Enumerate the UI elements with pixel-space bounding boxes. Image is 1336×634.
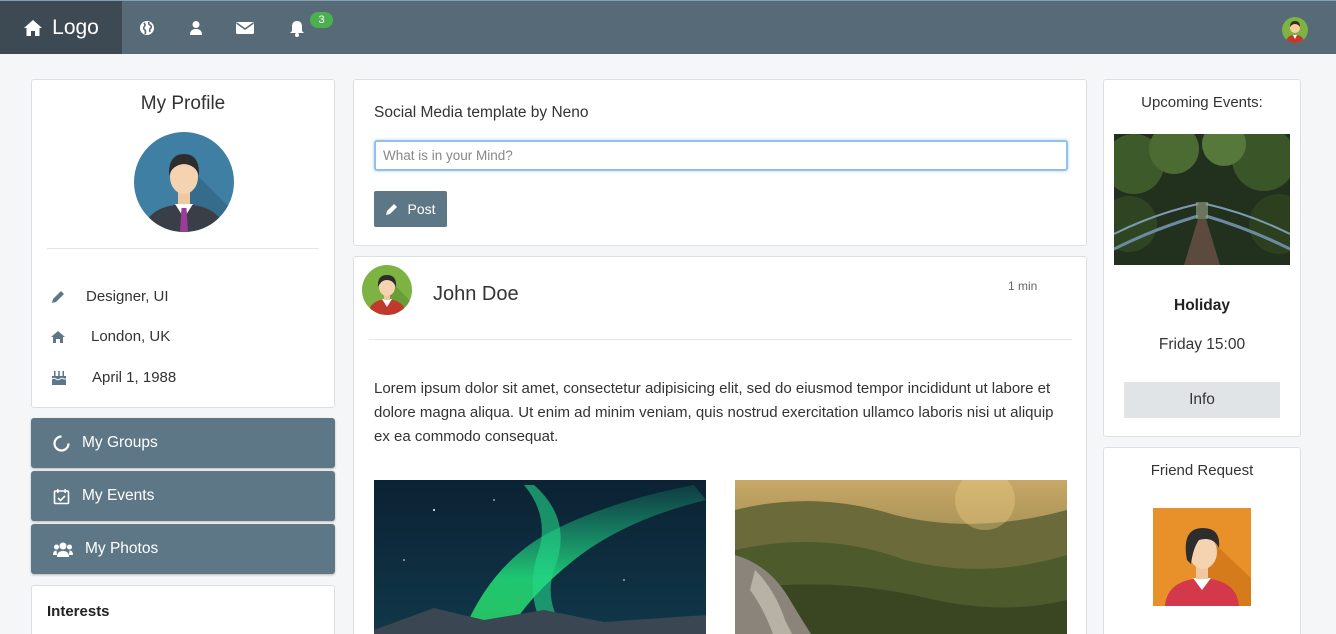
event-image bbox=[1114, 134, 1290, 265]
events-title: Upcoming Events: bbox=[1141, 94, 1263, 111]
pencil-icon bbox=[386, 204, 398, 215]
compose-title: Social Media template by Neno bbox=[374, 104, 589, 121]
location-text: London, UK bbox=[91, 328, 171, 345]
profile-title: My Profile bbox=[140, 93, 226, 114]
my-photos-label: My Photos bbox=[85, 540, 159, 557]
notification-badge: 3 bbox=[310, 12, 333, 28]
home-icon bbox=[24, 19, 43, 36]
interests-card: Interests bbox=[31, 585, 335, 634]
user-icon[interactable] bbox=[186, 18, 206, 38]
occupation-row: Designer, UI bbox=[50, 288, 169, 305]
post-divider bbox=[369, 339, 1072, 340]
bell-icon[interactable] bbox=[287, 18, 307, 38]
post-body: Lorem ipsum dolor sit amet, consectetur … bbox=[374, 380, 1054, 445]
pencil-icon bbox=[52, 290, 64, 303]
profile-avatar bbox=[134, 132, 234, 232]
events-card: Upcoming Events: Holiday Friday 15:00 In… bbox=[1103, 79, 1301, 437]
interests-title: Interests bbox=[47, 603, 110, 620]
event-info-button[interactable]: Info bbox=[1124, 382, 1280, 418]
my-photos-button[interactable]: My Photos bbox=[31, 524, 335, 574]
post-card: John Doe 1 min Lorem ipsum dolor sit ame… bbox=[353, 256, 1087, 634]
logo-button[interactable]: Logo bbox=[0, 1, 122, 54]
location-row: London, UK bbox=[50, 328, 170, 345]
logo-label: Logo bbox=[52, 15, 99, 39]
post-button[interactable]: Post bbox=[374, 191, 447, 227]
birthday-row: April 1, 1988 bbox=[50, 368, 176, 386]
users-icon bbox=[53, 542, 73, 557]
friend-request-avatar[interactable] bbox=[1153, 508, 1251, 606]
my-groups-label: My Groups bbox=[82, 434, 158, 451]
profile-divider bbox=[47, 248, 319, 249]
my-events-label: My Events bbox=[82, 487, 155, 504]
compose-card: Social Media template by Neno Post bbox=[353, 79, 1087, 246]
post-photo-forest[interactable] bbox=[735, 480, 1067, 634]
globe-icon[interactable] bbox=[137, 18, 157, 38]
my-groups-button[interactable]: My Groups bbox=[31, 418, 335, 468]
circle-notch-icon bbox=[53, 434, 70, 452]
envelope-icon[interactable] bbox=[235, 18, 255, 38]
home-icon bbox=[51, 330, 65, 343]
profile-card: My Profile Designer, UI London, UK April… bbox=[31, 79, 335, 408]
post-author-name[interactable]: John Doe bbox=[433, 283, 519, 306]
occupation-text: Designer, UI bbox=[86, 288, 169, 305]
post-timestamp: 1 min bbox=[1008, 279, 1038, 293]
status-input[interactable] bbox=[374, 140, 1068, 171]
top-navbar: Logo 3 bbox=[0, 0, 1336, 54]
friend-request-card: Friend Request bbox=[1103, 447, 1301, 634]
post-author-avatar[interactable] bbox=[362, 265, 412, 315]
calendar-check-icon bbox=[53, 488, 70, 504]
event-time: Friday 15:00 bbox=[1158, 336, 1246, 353]
birthday-text: April 1, 1988 bbox=[92, 368, 177, 386]
friend-request-title: Friend Request bbox=[1150, 462, 1254, 479]
post-photo-aurora[interactable] bbox=[374, 480, 706, 634]
birthday-cake-icon bbox=[51, 371, 66, 385]
user-avatar[interactable] bbox=[1282, 17, 1308, 43]
event-name: Holiday bbox=[1174, 297, 1230, 314]
my-events-button[interactable]: My Events bbox=[31, 471, 335, 521]
post-button-label: Post bbox=[407, 201, 436, 217]
